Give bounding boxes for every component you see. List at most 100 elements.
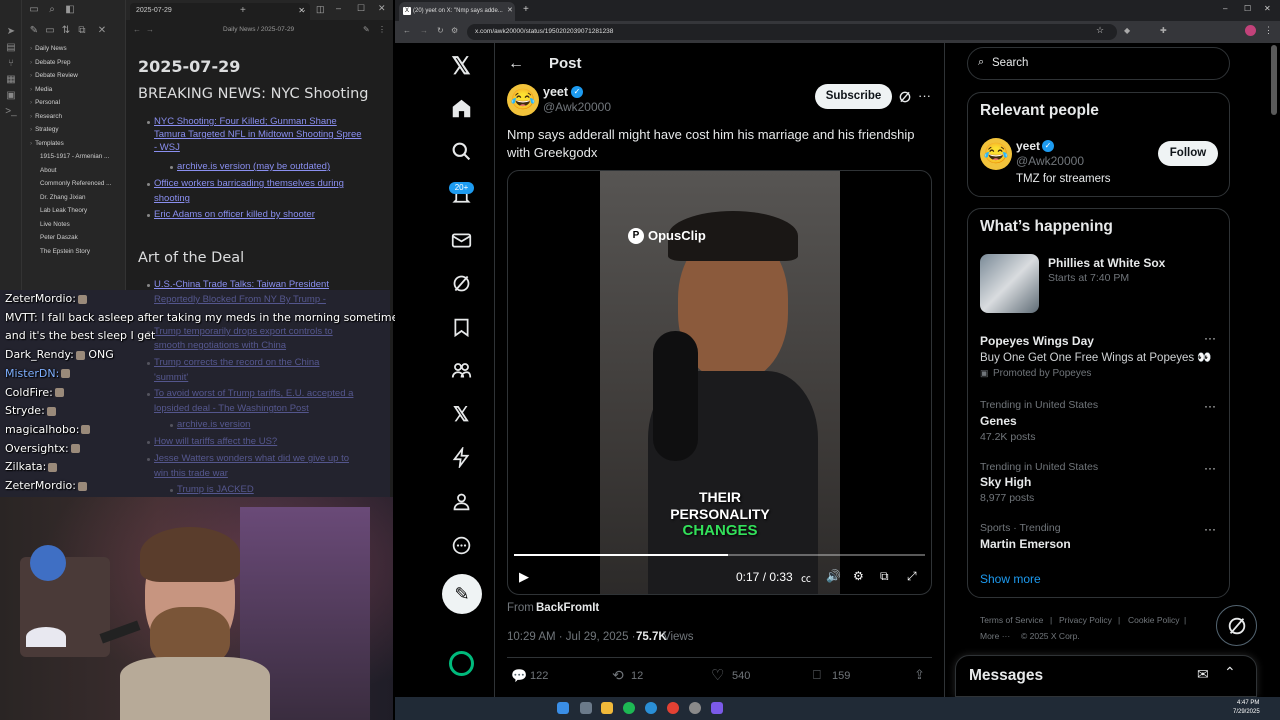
url-field[interactable]: x.com/awk20000/status/195020203907128123…	[467, 24, 1117, 40]
new-tab-icon[interactable]: +	[240, 5, 246, 16]
new-message-icon[interactable]: ✉	[1197, 666, 1209, 683]
note-link[interactable]: - WSJ	[154, 141, 180, 154]
grok-icon[interactable]	[451, 273, 472, 294]
start-icon[interactable]	[557, 702, 569, 714]
folder-item[interactable]: › Media	[30, 86, 52, 93]
verified-orgs-icon[interactable]	[451, 447, 472, 468]
menu-icon[interactable]: ⋮	[1264, 25, 1273, 36]
search-input[interactable]: ⌕ Search	[967, 47, 1230, 80]
x-logo-icon[interactable]: 𝕏	[449, 52, 473, 80]
spotify-icon[interactable]	[623, 702, 635, 714]
close-icon[interactable]: ✕	[507, 6, 513, 14]
file-item[interactable]: Commonly Referenced ...	[40, 180, 111, 187]
folder-item[interactable]: › Strategy	[30, 126, 59, 133]
subscribe-button[interactable]: Subscribe	[815, 84, 892, 109]
repost-icon[interactable]: ⟲	[612, 667, 624, 684]
file-item[interactable]: Peter Daszak	[40, 234, 78, 241]
calendar-icon[interactable]: ▦	[5, 74, 17, 86]
extension-icon[interactable]: ◆	[1124, 26, 1130, 35]
footer-link[interactable]: Privacy Policy	[1059, 615, 1112, 625]
trend-title[interactable]: Genes	[980, 414, 1017, 428]
show-more-link[interactable]: Show more	[980, 572, 1041, 586]
site-info-icon[interactable]: ⚙	[451, 26, 458, 35]
expand-icon[interactable]: ⌃	[1224, 664, 1236, 681]
close-icon[interactable]: ✕	[378, 3, 386, 14]
user-avatar[interactable]: 😂	[980, 138, 1012, 170]
back-arrow-icon[interactable]: ←	[508, 55, 524, 73]
more-options-icon[interactable]: ···	[1204, 399, 1216, 413]
volume-icon[interactable]: 🔊	[826, 569, 841, 583]
more-options-icon[interactable]: ···	[1204, 522, 1216, 536]
file-item[interactable]: About	[40, 167, 56, 174]
note-link[interactable]: Office workers barricading themselves du…	[154, 177, 344, 190]
maximize-icon[interactable]: ☐	[357, 3, 365, 14]
captions-icon[interactable]: ㏄	[801, 570, 811, 585]
close-icon[interactable]: ✕	[96, 25, 108, 37]
note-link[interactable]: NYC Shooting: Four Killed; Gunman Shane	[154, 115, 337, 128]
maximize-icon[interactable]: ☐	[1244, 4, 1251, 13]
terminal-icon[interactable]: >_	[5, 106, 17, 118]
bookmark-icon[interactable]: ⎕	[813, 667, 821, 683]
grok-floating-button[interactable]	[1216, 605, 1257, 646]
footer-more-link[interactable]: More ···	[980, 631, 1010, 641]
picture-in-picture-icon[interactable]: ⧉	[880, 569, 889, 584]
user-name[interactable]: yeet	[1016, 139, 1040, 153]
bookmark-icon[interactable]: ◧	[64, 4, 76, 16]
file-explorer-icon[interactable]	[601, 702, 613, 714]
new-folder-icon[interactable]: ▭	[44, 25, 56, 37]
settings-icon[interactable]: ⚙	[853, 569, 864, 583]
note-link[interactable]: shooting	[154, 192, 190, 205]
trend-title[interactable]: Phillies at White Sox	[1048, 256, 1165, 270]
send-icon[interactable]: ➤	[5, 26, 17, 38]
follow-button[interactable]: Follow	[1158, 141, 1218, 166]
note-link[interactable]: Tamura Targeted NFL in Midtown Shooting …	[154, 128, 362, 141]
grok-icon[interactable]	[898, 90, 912, 104]
minimize-icon[interactable]: –	[1223, 4, 1227, 13]
edge-icon[interactable]	[645, 702, 657, 714]
search-icon[interactable]	[451, 141, 472, 162]
new-note-icon[interactable]: ✎	[28, 25, 40, 37]
trend-title[interactable]: Popeyes Wings Day	[980, 334, 1094, 348]
profile-icon[interactable]	[451, 491, 472, 512]
messages-icon[interactable]	[451, 230, 472, 251]
trend-title[interactable]: Martin Emerson	[980, 537, 1071, 551]
reply-icon[interactable]: 💬	[511, 668, 527, 684]
template-icon[interactable]: ▣	[5, 90, 17, 102]
folder-item[interactable]: › Debate Review	[30, 72, 78, 79]
play-icon[interactable]: ▶	[519, 569, 529, 585]
search-icon[interactable]: ⌕	[46, 4, 58, 16]
bookmarks-icon[interactable]	[451, 317, 472, 338]
profile-avatar[interactable]	[1245, 25, 1256, 36]
more-options-icon[interactable]: ···	[918, 88, 931, 103]
file-item[interactable]: Lab Leak Theory	[40, 207, 87, 214]
more-icon[interactable]	[451, 535, 472, 556]
file-item[interactable]: The Epstein Story	[40, 248, 90, 255]
note-link[interactable]: archive.is version (may be outdated)	[177, 160, 330, 173]
user-handle[interactable]: @Awk20000	[1016, 154, 1084, 168]
minimize-icon[interactable]: –	[336, 3, 341, 13]
like-icon[interactable]: ♡	[711, 666, 724, 684]
bookmark-star-icon[interactable]: ☆	[1096, 25, 1104, 36]
graph-icon[interactable]: ⑂	[5, 58, 17, 70]
from-source-link[interactable]: BackFromIt	[536, 602, 599, 614]
folder-item[interactable]: › Personal	[30, 99, 60, 106]
file-icon[interactable]: ▤	[5, 42, 17, 54]
video-progress-track[interactable]	[514, 554, 925, 556]
fullscreen-icon[interactable]: ⤢	[907, 569, 917, 584]
file-item[interactable]: 1915-1917 - Armenian ...	[40, 153, 109, 160]
reload-icon[interactable]: ↻	[437, 26, 444, 35]
home-icon[interactable]	[451, 98, 472, 119]
sort-icon[interactable]: ⇅	[60, 25, 72, 37]
folder-icon[interactable]: ▭	[28, 4, 40, 16]
chrome-icon[interactable]	[667, 702, 679, 714]
author-avatar[interactable]: 😂	[507, 84, 539, 116]
account-avatar[interactable]	[449, 651, 474, 676]
communities-icon[interactable]	[451, 360, 472, 381]
clock-time[interactable]: 4:47 PM	[1237, 700, 1259, 706]
clock-date[interactable]: 7/29/2025	[1233, 709, 1260, 715]
puzzle-icon[interactable]: ✚	[1160, 26, 1167, 35]
app-icon[interactable]	[689, 702, 701, 714]
note-link[interactable]: Eric Adams on officer killed by shooter	[154, 208, 315, 221]
trend-image[interactable]	[980, 254, 1039, 313]
premium-icon[interactable]: 𝕏	[449, 402, 473, 426]
